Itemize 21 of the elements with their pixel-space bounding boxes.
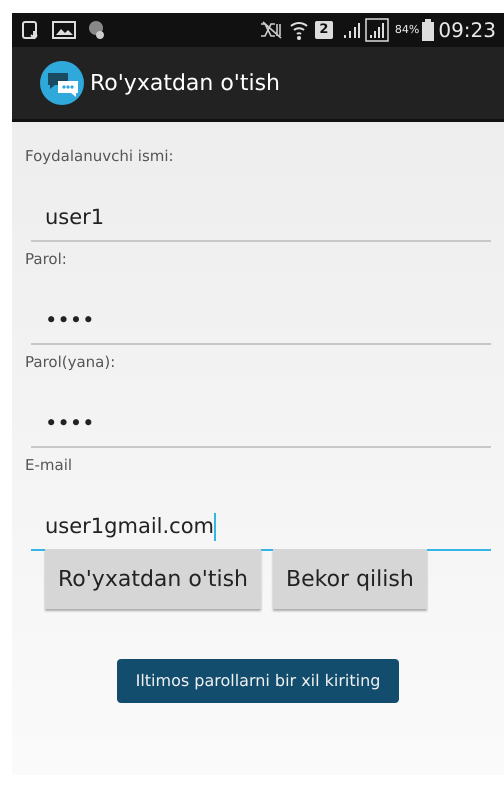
signal-icon: [364, 18, 389, 42]
field-label: Parol:: [25, 249, 68, 269]
field-label: E-mail: [25, 455, 74, 475]
form-button[interactable]: Bekor qilish: [273, 549, 427, 609]
sim-slot-indicator: 2: [314, 21, 333, 39]
wifi-icon: [288, 19, 309, 41]
battery-icon: [422, 19, 434, 41]
text-field[interactable]: ••••: [31, 299, 491, 345]
text-field[interactable]: ••••: [31, 402, 491, 448]
field-label: Parol(yana):: [25, 352, 116, 372]
text-field[interactable]: user1: [31, 196, 491, 242]
app-title: Ro'yxatdan o'tish: [90, 70, 280, 98]
battery-percentage: 84%: [394, 22, 420, 38]
image-icon: [52, 20, 76, 40]
mute-icon: [258, 20, 283, 40]
form-button[interactable]: Ro'yxatdan o'tish: [45, 549, 261, 609]
app-notification-icon: [86, 19, 106, 41]
toast-message: Iltimos parollarni bir xil kiriting: [116, 659, 400, 703]
chat-bubbles-icon: [40, 61, 84, 105]
field-label: Foydalanuvchi ismi:: [25, 146, 175, 166]
status-time: 09:23: [438, 17, 496, 44]
